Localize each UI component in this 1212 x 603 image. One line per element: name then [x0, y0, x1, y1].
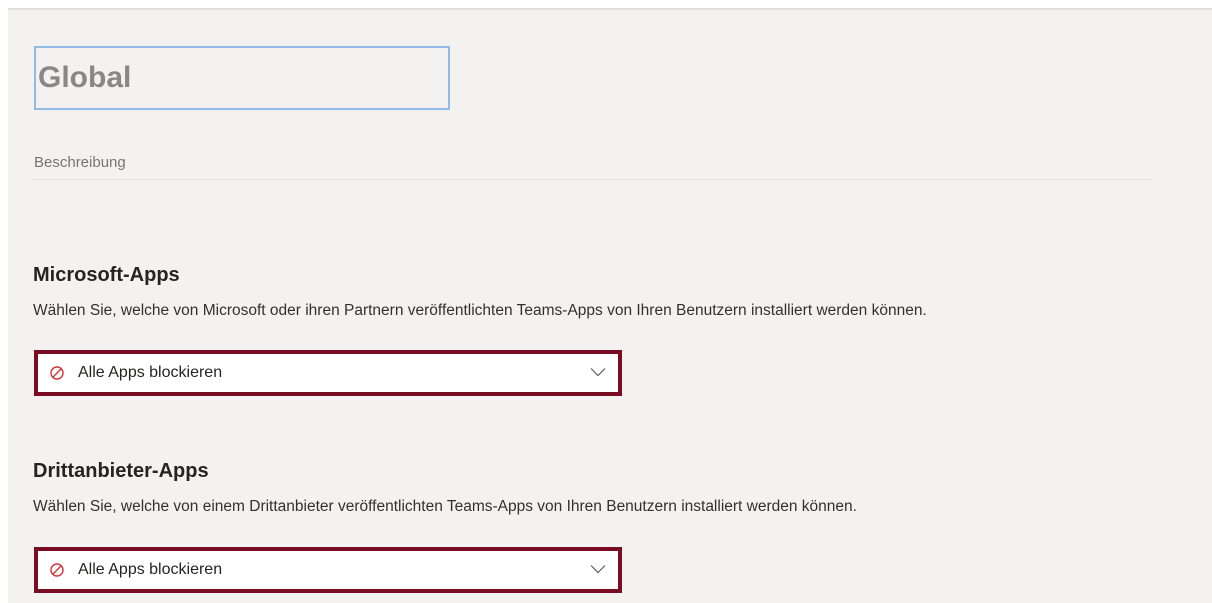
third-party-apps-heading: Drittanbieter-Apps — [33, 460, 209, 482]
block-icon — [50, 563, 64, 577]
block-icon — [50, 366, 64, 380]
chevron-down-icon[interactable] — [590, 367, 606, 377]
policy-edit-panel: Microsoft-Apps Wählen Sie, welche von Mi… — [8, 8, 1212, 603]
third-party-apps-dropdown[interactable]: Alle Apps blockieren — [34, 547, 622, 593]
chevron-down-icon[interactable] — [590, 564, 606, 574]
description-field-wrapper — [33, 146, 1152, 180]
microsoft-apps-description: Wählen Sie, welche von Microsoft oder ih… — [33, 302, 927, 319]
third-party-apps-description: Wählen Sie, welche von einem Drittanbiet… — [33, 498, 857, 515]
microsoft-apps-dropdown-value: Alle Apps blockieren — [78, 364, 223, 381]
microsoft-apps-heading: Microsoft-Apps — [33, 264, 180, 286]
description-input[interactable] — [33, 146, 1152, 178]
microsoft-apps-dropdown[interactable]: Alle Apps blockieren — [34, 350, 622, 396]
third-party-apps-dropdown-value: Alle Apps blockieren — [78, 561, 223, 578]
policy-name-input[interactable] — [34, 46, 450, 110]
